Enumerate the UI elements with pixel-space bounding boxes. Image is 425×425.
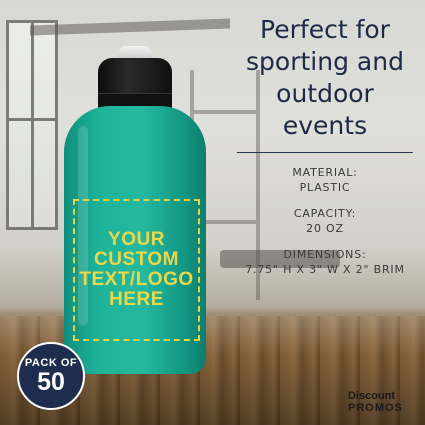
logo-line2: PROMOS (348, 402, 403, 414)
imprint-area: YOUR CUSTOM TEXT/LOGO HERE (73, 199, 200, 341)
info-panel: Perfect for sporting and outdoor events … (232, 14, 418, 288)
imprint-line: TEXT/LOGO (79, 269, 194, 290)
imprint-line: YOUR (108, 229, 165, 250)
headline-line: Perfect for (260, 15, 390, 44)
headline-line: outdoor (276, 79, 374, 108)
badge-number: 50 (37, 368, 65, 396)
spec-dimensions: DIMENSIONS: 7.75" H X 3" W X 2" BRIM (232, 247, 418, 277)
spec-value: 20 OZ (306, 222, 344, 235)
spec-value: 7.75" H X 3" W X 2" BRIM (245, 263, 405, 276)
imprint-line: CUSTOM (94, 249, 179, 270)
spec-value: PLASTIC (299, 181, 351, 194)
brand-logo: Discount PROMOS (348, 390, 420, 414)
headline: Perfect for sporting and outdoor events (232, 14, 418, 142)
headline-line: events (282, 111, 368, 140)
spec-material: MATERIAL: PLASTIC (232, 165, 418, 195)
water-bottle: YOUR CUSTOM TEXT/LOGO HERE (60, 40, 210, 374)
product-image: YOUR CUSTOM TEXT/LOGO HERE Perfect for s… (0, 0, 425, 425)
imprint-line: HERE (109, 289, 164, 310)
spec-capacity: CAPACITY: 20 OZ (232, 206, 418, 236)
spec-label: CAPACITY: (293, 207, 357, 220)
spec-label: MATERIAL: (292, 166, 358, 179)
bottle-cap (98, 58, 172, 108)
divider (237, 152, 413, 153)
logo-line1: Discount (348, 390, 396, 402)
pack-badge: PACK OF 50 (17, 342, 85, 410)
spec-label: DIMENSIONS: (283, 248, 367, 261)
headline-line: sporting and (246, 47, 404, 76)
